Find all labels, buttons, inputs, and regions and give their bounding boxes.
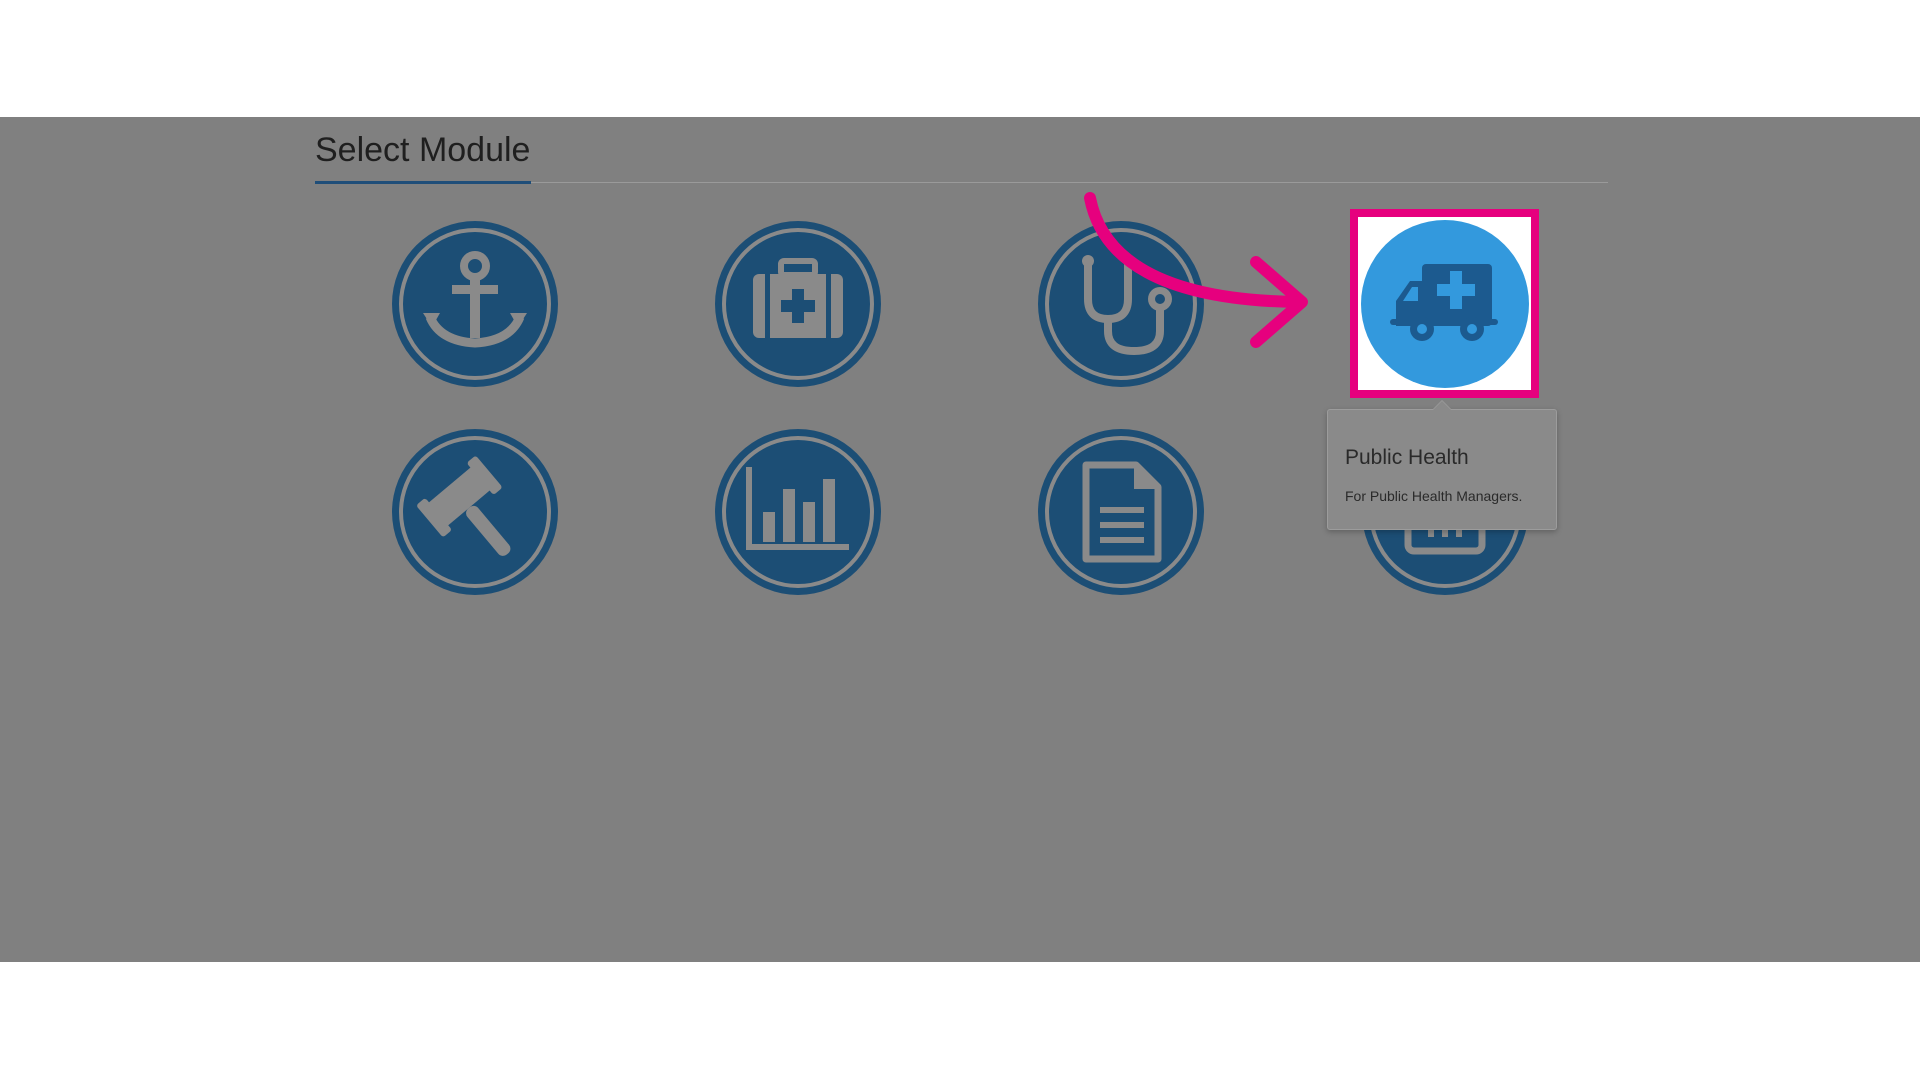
tooltip-title: Public Health [1345,446,1469,469]
pointer-arrow-icon [1084,192,1308,348]
medical-kit-icon [715,221,881,387]
anchor-icon [392,221,558,387]
module-tooltip: Public Health For Public Health Managers… [1327,400,1557,530]
bar-chart-icon [715,429,881,595]
module-documents[interactable] [1036,427,1206,597]
module-medical-kit[interactable] [713,219,883,389]
page-title: Select Module [315,131,531,169]
module-anchor[interactable] [390,219,560,389]
ambulance-icon [1361,220,1529,388]
module-public-health[interactable] [1360,219,1530,389]
gavel-icon [392,429,558,595]
modal-overlay [0,117,1920,962]
tooltip-description: For Public Health Managers. [1345,488,1523,504]
module-reports[interactable] [713,427,883,597]
title-underline [315,181,531,184]
module-gavel[interactable] [390,427,560,597]
document-icon [1038,429,1204,595]
